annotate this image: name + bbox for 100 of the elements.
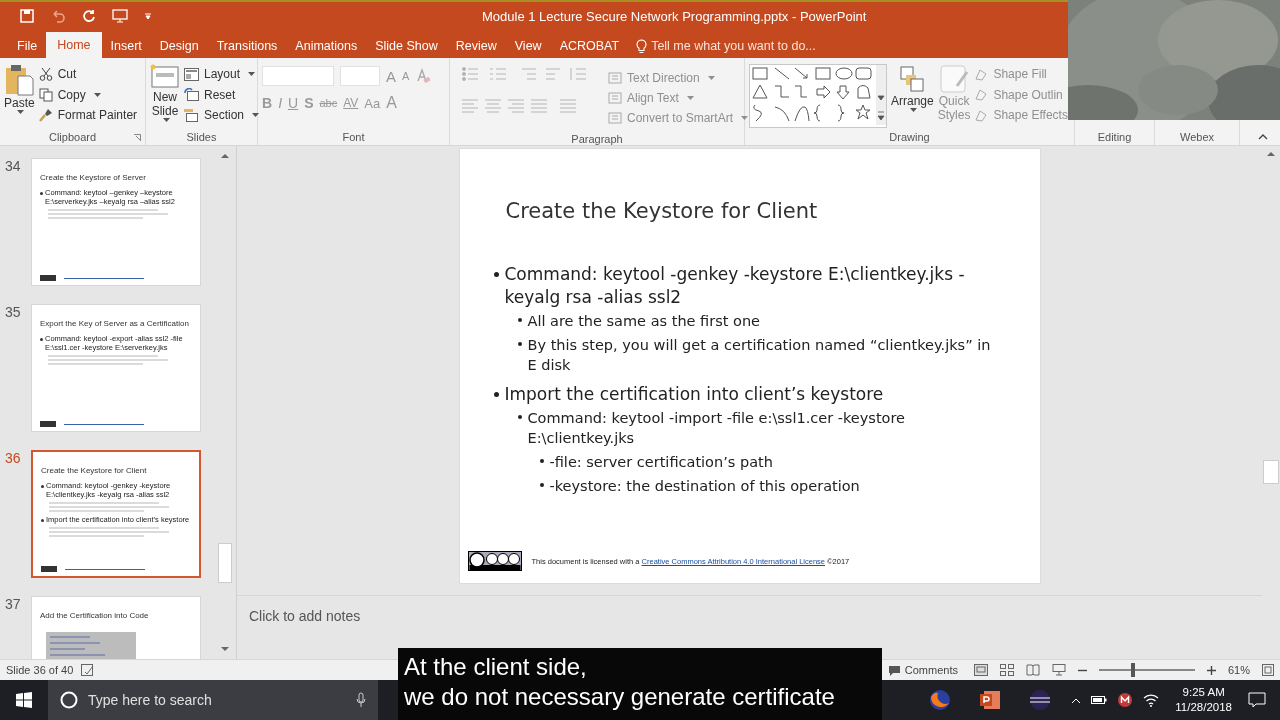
format-button[interactable]: Aa [364, 95, 381, 111]
scrollbar-thumb[interactable] [1263, 460, 1279, 484]
collapse-ribbon-icon[interactable] [1258, 133, 1268, 140]
format-button[interactable]: AV [343, 96, 359, 110]
format-button[interactable]: U [288, 95, 299, 111]
link-line-icon [65, 567, 145, 571]
shrink-font-button[interactable]: A [402, 70, 410, 82]
zoom-level[interactable]: 61% [1227, 664, 1250, 676]
scissors-icon [38, 67, 53, 81]
thumbnail-title: Create the Keystore of Server [40, 173, 147, 182]
customize-icon[interactable] [144, 12, 152, 20]
presentation-icon[interactable] [112, 9, 128, 23]
dialog-launcher-icon[interactable] [134, 133, 141, 141]
shape-command[interactable]: Shape Fill [974, 64, 1068, 84]
ribbon-tab[interactable]: Slide Show [366, 34, 447, 58]
format-button[interactable]: S [304, 95, 314, 111]
battery-icon[interactable] [1091, 695, 1108, 705]
redo-icon[interactable] [82, 9, 96, 23]
new-slide-button[interactable]: New Slide [150, 62, 180, 129]
search-input[interactable]: Type here to search [88, 692, 346, 708]
slide-number: 34 [4, 158, 22, 176]
browser-icon[interactable] [928, 688, 952, 712]
ribbon-tab[interactable]: Home [46, 32, 102, 58]
format-button[interactable]: B [262, 95, 273, 111]
ribbon-tab[interactable]: Transitions [207, 34, 287, 58]
bullet-icon [40, 338, 43, 341]
microphone-icon[interactable] [356, 692, 366, 708]
slide-canvas[interactable] [459, 149, 1040, 583]
reset-button[interactable]: Reset [184, 84, 260, 105]
clock-time[interactable]: 9:25 AM [1182, 685, 1225, 700]
copy-icon [38, 87, 53, 102]
slide-thumbnail[interactable]: Add the Certification into Code [31, 596, 201, 659]
paintbrush-icon [38, 108, 53, 122]
font-name-field[interactable] [262, 66, 334, 86]
m-badge-icon[interactable] [1117, 692, 1134, 708]
shape-command[interactable]: Shape Effects [974, 105, 1068, 125]
text-icon [608, 112, 622, 124]
spelling-icon[interactable] [81, 664, 96, 676]
group-label: Slides [186, 131, 217, 143]
slide-sorter-icon[interactable] [999, 664, 1014, 676]
shape-command[interactable]: Shape Outlin [974, 84, 1068, 105]
ribbon-tab[interactable]: File [8, 34, 47, 58]
fit-slide-icon[interactable] [1262, 664, 1274, 676]
group-label: Paragraph [571, 132, 623, 145]
taskbar-search-box[interactable]: Type here to search [48, 680, 378, 720]
cortana-icon[interactable] [60, 691, 78, 709]
bullet-icon [41, 519, 44, 522]
font-size-field[interactable] [340, 66, 380, 86]
ribbon-tab[interactable]: Design [150, 34, 208, 58]
cut-button[interactable]: Cut [38, 64, 138, 84]
caret-icon [686, 96, 694, 100]
shapes-gallery[interactable] [749, 64, 887, 128]
slide-number: 35 [4, 304, 22, 322]
copy-button[interactable]: Copy [38, 84, 138, 105]
license-badge-icon [40, 421, 56, 427]
chevron-up-icon[interactable] [1071, 696, 1082, 704]
windows-start-icon[interactable] [16, 692, 32, 708]
paragraph-command[interactable]: Convert to SmartArt [608, 108, 749, 128]
caption-text: we do not necessary generate certificate [404, 682, 836, 712]
normal-view-icon[interactable] [973, 664, 988, 676]
gallery-scroll-icon[interactable] [876, 65, 886, 125]
scrollbar-thumb[interactable] [218, 543, 232, 583]
layout-button[interactable]: Layout [184, 64, 260, 84]
caret-icon [163, 118, 170, 122]
section-button[interactable]: Section [184, 105, 260, 125]
zoom-slider-thumb[interactable] [1130, 663, 1135, 677]
bullet-icon [40, 192, 43, 195]
link-line-icon [64, 276, 144, 280]
quick-styles-button[interactable]: Quick Styles [937, 62, 971, 129]
paste-button[interactable]: Paste [4, 62, 35, 129]
eclipse-app-icon[interactable] [1028, 688, 1052, 712]
zoom-in-icon[interactable] [1206, 665, 1216, 675]
clock-date[interactable]: 11/28/2018 [1175, 700, 1232, 715]
arrange-button[interactable]: Arrange [891, 62, 934, 129]
wifi-icon[interactable] [1143, 693, 1160, 707]
format-button[interactable]: abc [319, 97, 338, 109]
format-button[interactable]: A [386, 94, 397, 112]
ribbon-tab[interactable]: ACROBAT [550, 34, 629, 58]
save-icon[interactable] [20, 9, 34, 23]
bullet-text: Command: keytool -import -file e:\ssl1.cer -keystore E:\clientkey.jks [527, 409, 907, 448]
ribbon-tab[interactable]: Animations [286, 34, 367, 58]
format-button[interactable]: I [278, 95, 282, 111]
bullet-text: By this step, you will get a certification named “clientkey.jks” in E disk [527, 336, 992, 375]
paragraph-command[interactable]: Text Direction [608, 68, 749, 88]
grow-font-button[interactable]: A [386, 67, 396, 85]
presentation-app-icon[interactable] [978, 688, 1002, 712]
tell-me-field[interactable]: Tell me what you want to do... [651, 39, 842, 53]
reading-view-icon[interactable] [1025, 664, 1040, 676]
thumbnail-title: Create the Keystore for Client [41, 466, 148, 475]
slide-number: 36 [4, 450, 22, 468]
caret-icon [741, 116, 749, 120]
ribbon-tab[interactable]: Insert [101, 34, 151, 58]
slideshow-icon[interactable] [1051, 664, 1066, 676]
ribbon-tab[interactable]: View [505, 34, 551, 58]
paragraph-command[interactable]: Align Text [608, 88, 749, 108]
ribbon-tab[interactable]: Review [446, 34, 506, 58]
bullet-text: -file: server certification’s path [549, 453, 773, 472]
notification-icon[interactable] [1248, 692, 1266, 708]
comments-button[interactable]: Comments [887, 664, 958, 676]
format-painter-button[interactable]: Format Painter [38, 105, 138, 125]
